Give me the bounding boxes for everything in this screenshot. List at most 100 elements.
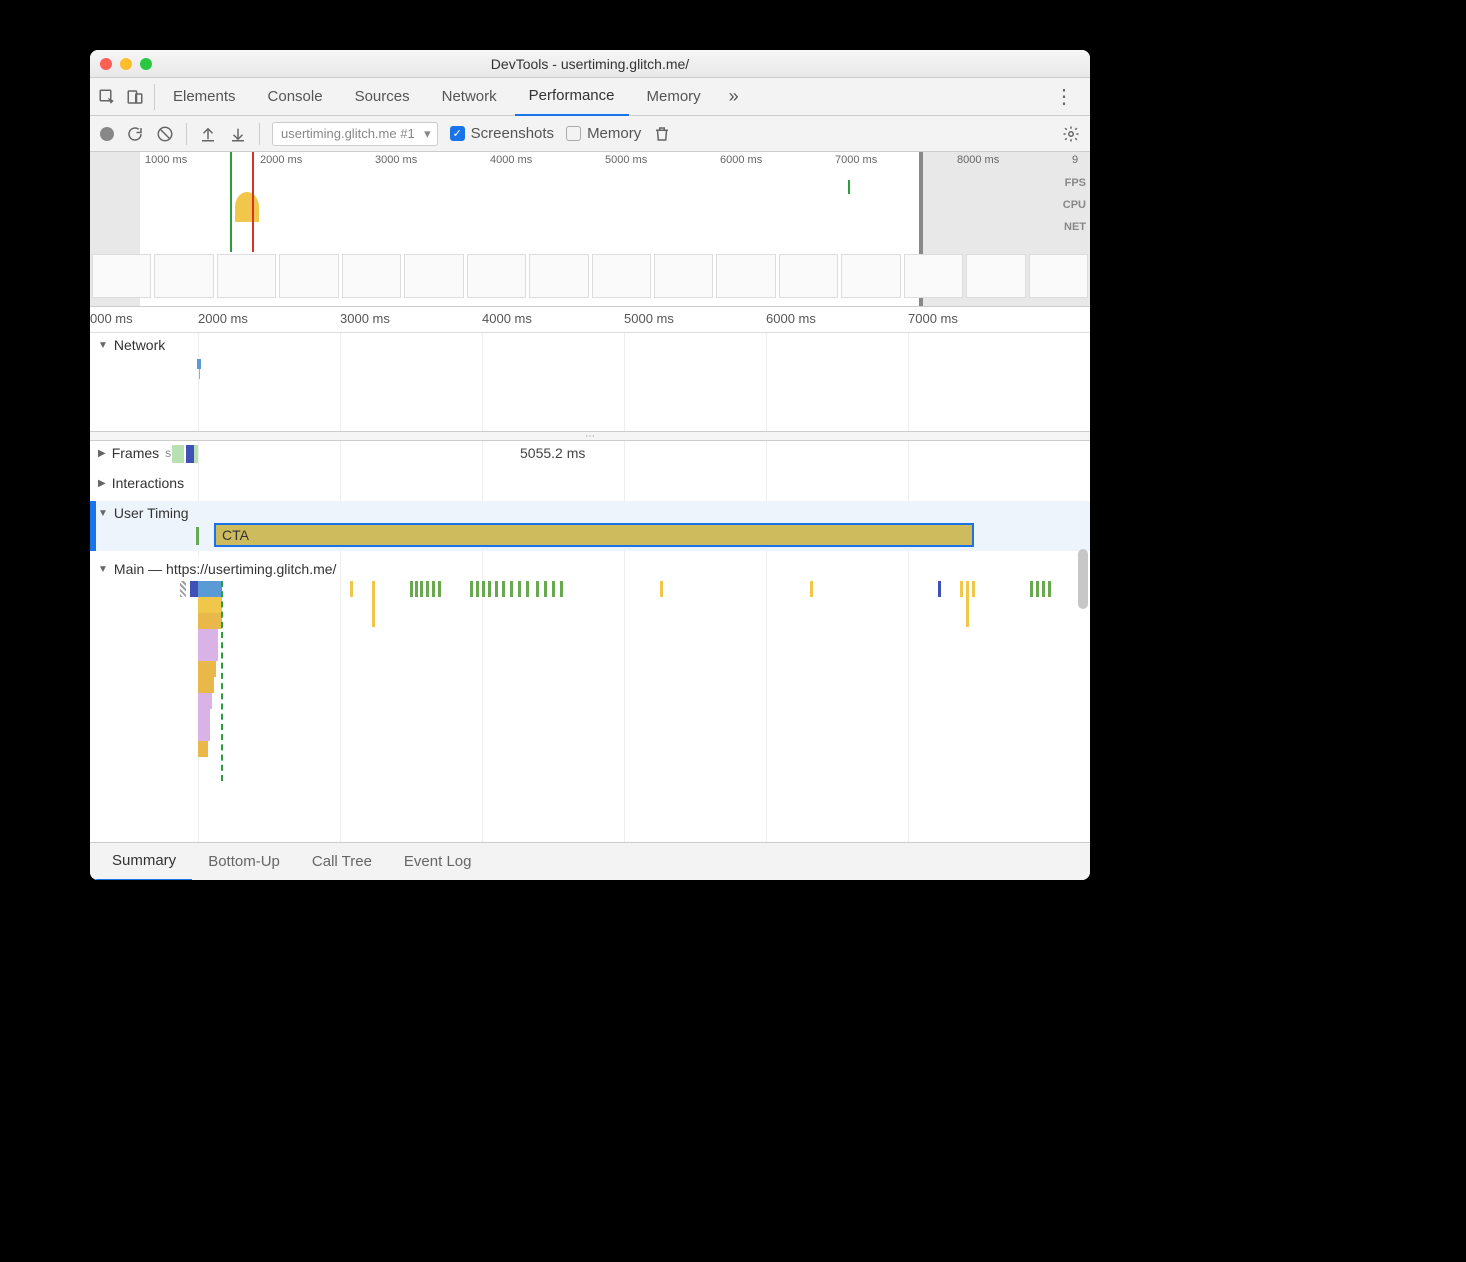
frame-bar[interactable] [172, 445, 184, 463]
interactions-track-header[interactable]: ▶ Interactions [90, 471, 184, 495]
scrollbar-thumb[interactable] [1078, 549, 1088, 609]
main-task-bar[interactable] [180, 581, 186, 597]
main-task-bar[interactable] [432, 581, 435, 597]
thumbnail[interactable] [779, 254, 838, 298]
save-profile-icon[interactable] [229, 125, 247, 143]
main-task-bar[interactable] [190, 581, 198, 597]
flame-bar[interactable] [966, 597, 969, 627]
main-task-bar[interactable] [415, 581, 418, 597]
flame-chart-ruler[interactable]: 000 ms 2000 ms 3000 ms 4000 ms 5000 ms 6… [90, 307, 1090, 333]
thumbnail[interactable] [966, 254, 1025, 298]
main-task-bar[interactable] [810, 581, 813, 597]
flame-bar[interactable] [198, 741, 208, 757]
main-task-bar[interactable] [1042, 581, 1045, 597]
kebab-menu-icon[interactable]: ⋮ [1046, 84, 1082, 109]
main-task-bar[interactable] [482, 581, 485, 597]
main-task-bar[interactable] [350, 581, 353, 597]
thumbnail[interactable] [217, 254, 276, 298]
screenshots-checkbox[interactable]: ✓ [450, 126, 465, 141]
main-task-bar[interactable] [972, 581, 975, 597]
tab-memory[interactable]: Memory [633, 78, 715, 116]
thumbnail[interactable] [841, 254, 900, 298]
main-task-bar[interactable] [198, 581, 222, 597]
tab-bottom-up[interactable]: Bottom-Up [192, 843, 296, 881]
main-task-bar[interactable] [536, 581, 539, 597]
thumbnail[interactable] [654, 254, 713, 298]
memory-checkbox[interactable] [566, 126, 581, 141]
main-task-bar[interactable] [488, 581, 491, 597]
user-timing-track-header[interactable]: ▼ User Timing [90, 501, 189, 525]
main-task-bar[interactable] [938, 581, 941, 597]
garbage-collect-icon[interactable] [653, 125, 671, 143]
tab-sources[interactable]: Sources [341, 78, 424, 116]
tab-performance[interactable]: Performance [515, 78, 629, 116]
main-task-bar[interactable] [495, 581, 498, 597]
reload-record-icon[interactable] [126, 125, 144, 143]
timeline-overview[interactable]: 1000 ms 2000 ms 3000 ms 4000 ms 5000 ms … [90, 152, 1090, 307]
main-task-bar[interactable] [544, 581, 547, 597]
network-request-bar[interactable] [197, 359, 201, 369]
minimize-window-button[interactable] [120, 58, 132, 70]
thumbnail[interactable] [154, 254, 213, 298]
flame-chart-body[interactable]: ▼ Network ⋯ ▶ Frames s [90, 333, 1090, 842]
element-picker-icon[interactable] [98, 88, 116, 106]
main-task-bar[interactable] [372, 581, 375, 597]
flame-bar[interactable] [198, 645, 218, 661]
vertical-scrollbar[interactable] [1078, 549, 1088, 789]
main-task-bar[interactable] [560, 581, 563, 597]
main-task-bar[interactable] [510, 581, 513, 597]
main-task-bar[interactable] [420, 581, 423, 597]
main-task-bar[interactable] [476, 581, 479, 597]
main-task-bar[interactable] [960, 581, 963, 597]
tab-console[interactable]: Console [254, 78, 337, 116]
thumbnail[interactable] [342, 254, 401, 298]
thumbnail[interactable] [716, 254, 775, 298]
main-task-bar[interactable] [966, 581, 969, 597]
main-task-bar[interactable] [470, 581, 473, 597]
main-task-bar[interactable] [426, 581, 429, 597]
memory-toggle[interactable]: Memory [566, 125, 641, 142]
load-profile-icon[interactable] [199, 125, 217, 143]
screenshots-toggle[interactable]: ✓ Screenshots [450, 125, 554, 142]
flame-bar[interactable] [198, 613, 222, 629]
thumbnail[interactable] [592, 254, 651, 298]
thumbnail[interactable] [92, 254, 151, 298]
frame-bar[interactable] [194, 445, 198, 463]
main-task-bar[interactable] [526, 581, 529, 597]
screenshot-filmstrip[interactable] [90, 252, 1090, 300]
thumbnail[interactable] [1029, 254, 1088, 298]
record-button[interactable] [100, 127, 114, 141]
thumbnail[interactable] [404, 254, 463, 298]
settings-gear-icon[interactable] [1062, 125, 1080, 143]
flame-bar[interactable] [198, 629, 218, 645]
flame-bar[interactable] [198, 709, 210, 725]
main-task-bar[interactable] [518, 581, 521, 597]
main-task-bar[interactable] [438, 581, 441, 597]
main-thread-track-header[interactable]: ▼ Main — https://usertiming.glitch.me/ [90, 557, 336, 581]
thumbnail[interactable] [279, 254, 338, 298]
flame-bar[interactable] [198, 597, 222, 613]
tab-summary[interactable]: Summary [96, 843, 192, 881]
recording-select[interactable]: usertiming.glitch.me #1 [272, 122, 438, 146]
flame-bar[interactable] [198, 693, 212, 709]
tab-event-log[interactable]: Event Log [388, 843, 488, 881]
pane-divider[interactable]: ⋯ [90, 431, 1090, 441]
main-task-bar[interactable] [660, 581, 663, 597]
flame-bar[interactable] [198, 661, 216, 677]
thumbnail[interactable] [529, 254, 588, 298]
thumbnail[interactable] [467, 254, 526, 298]
close-window-button[interactable] [100, 58, 112, 70]
device-toggle-icon[interactable] [126, 88, 144, 106]
main-task-bar[interactable] [410, 581, 413, 597]
tab-elements[interactable]: Elements [159, 78, 250, 116]
main-task-bar[interactable] [1036, 581, 1039, 597]
clear-icon[interactable] [156, 125, 174, 143]
main-task-bar[interactable] [1030, 581, 1033, 597]
tab-network[interactable]: Network [428, 78, 511, 116]
network-track-header[interactable]: ▼ Network [90, 333, 165, 357]
thumbnail[interactable] [904, 254, 963, 298]
tab-call-tree[interactable]: Call Tree [296, 843, 388, 881]
frame-bar[interactable] [186, 445, 194, 463]
flame-bar[interactable] [198, 677, 214, 693]
main-task-bar[interactable] [1048, 581, 1051, 597]
